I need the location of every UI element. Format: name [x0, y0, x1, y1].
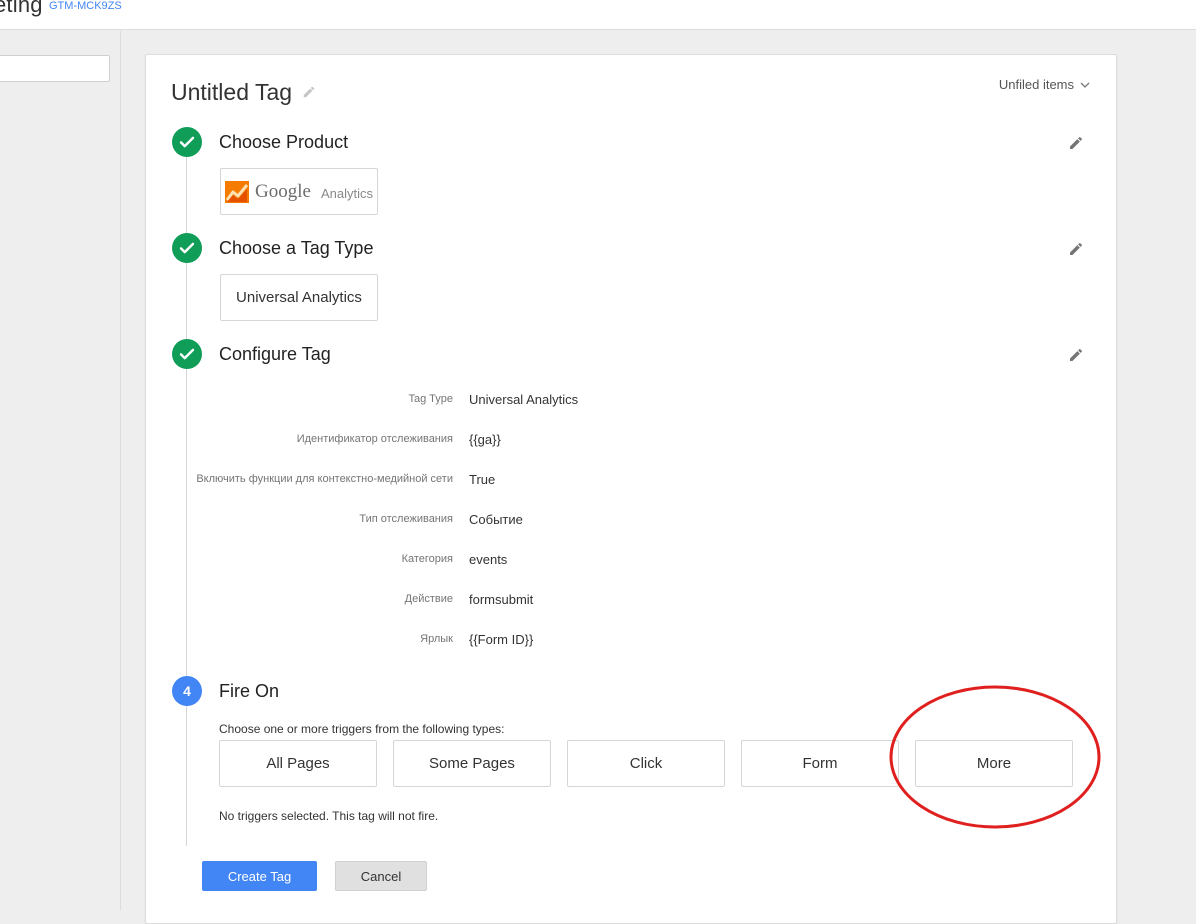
step-title-choose-tag-type: Choose a Tag Type	[219, 238, 374, 258]
config-value: {{Form ID}}	[469, 631, 534, 647]
step-title-fire-on: Fire On	[219, 681, 280, 701]
left-panel	[0, 31, 121, 910]
product-google-analytics[interactable]: Google Analytics	[220, 168, 378, 215]
config-row: Категория events	[186, 549, 746, 569]
trigger-click-button[interactable]: Click	[567, 740, 725, 787]
step-title-choose-product: Choose Product	[219, 132, 349, 152]
config-label: Категория	[401, 553, 453, 565]
step-complete-check	[172, 339, 202, 369]
folder-selector[interactable]: Unfiled items	[999, 77, 1090, 92]
pencil-icon[interactable]	[302, 85, 316, 99]
trigger-hint: Choose one or more triggers from the fol…	[219, 722, 505, 736]
product-name-text: Analytics	[320, 185, 373, 201]
config-label: Действие	[404, 593, 453, 605]
pencil-icon[interactable]	[1068, 241, 1084, 257]
product-brand-text: Google	[255, 180, 311, 202]
top-bar: eting GTM-MCK9ZS	[0, 0, 1196, 30]
step-number-badge: 4	[172, 676, 202, 706]
config-label: Включить функции для контекстно-медийной…	[196, 473, 453, 485]
config-label: Tag Type	[408, 393, 453, 405]
chevron-down-icon	[1080, 82, 1090, 88]
step-complete-check	[172, 233, 202, 263]
pencil-icon[interactable]	[1068, 347, 1084, 363]
config-label: Идентификатор отслеживания	[296, 433, 453, 445]
config-value: Событие	[469, 511, 523, 527]
config-row: Включить функции для контекстно-медийной…	[186, 469, 746, 489]
check-icon	[179, 242, 195, 254]
tag-title[interactable]: Untitled Tag	[171, 79, 292, 106]
check-icon	[179, 136, 195, 148]
config-value: Universal Analytics	[469, 391, 579, 407]
config-row: Действие formsubmit	[186, 589, 746, 609]
folder-label: Unfiled items	[998, 77, 1074, 92]
config-row: Идентификатор отслеживания {{ga}}	[186, 429, 746, 449]
google-analytics-logo	[225, 180, 250, 203]
config-row: Tag Type Universal Analytics	[186, 389, 746, 409]
container-id-link[interactable]: GTM-MCK9ZS	[49, 0, 122, 12]
app-title: eting	[0, 0, 43, 17]
create-tag-button[interactable]: Create Tag	[202, 861, 317, 891]
trigger-some-pages-button[interactable]: Some Pages	[393, 740, 551, 787]
search-input[interactable]	[0, 55, 110, 82]
pencil-icon[interactable]	[1068, 135, 1084, 151]
step-complete-check	[172, 127, 202, 157]
step-title-configure-tag: Configure Tag	[219, 344, 331, 364]
config-label: Ярлык	[420, 633, 453, 645]
config-value: True	[469, 471, 496, 487]
annotation-circle	[889, 685, 1101, 829]
config-value: formsubmit	[469, 591, 534, 607]
config-value: {{ga}}	[469, 431, 501, 447]
trigger-status: No triggers selected. This tag will not …	[219, 809, 439, 823]
check-icon	[179, 348, 195, 360]
config-row: Тип отслеживания Событие	[186, 509, 746, 529]
config-row: Ярлык {{Form ID}}	[186, 629, 746, 649]
trigger-all-pages-button[interactable]: All Pages	[219, 740, 377, 787]
cancel-button[interactable]: Cancel	[335, 861, 427, 891]
trigger-form-button[interactable]: Form	[741, 740, 899, 787]
tag-type-universal-analytics[interactable]: Universal Analytics	[220, 274, 378, 321]
config-label: Тип отслеживания	[359, 513, 453, 525]
config-value: events	[469, 551, 508, 567]
